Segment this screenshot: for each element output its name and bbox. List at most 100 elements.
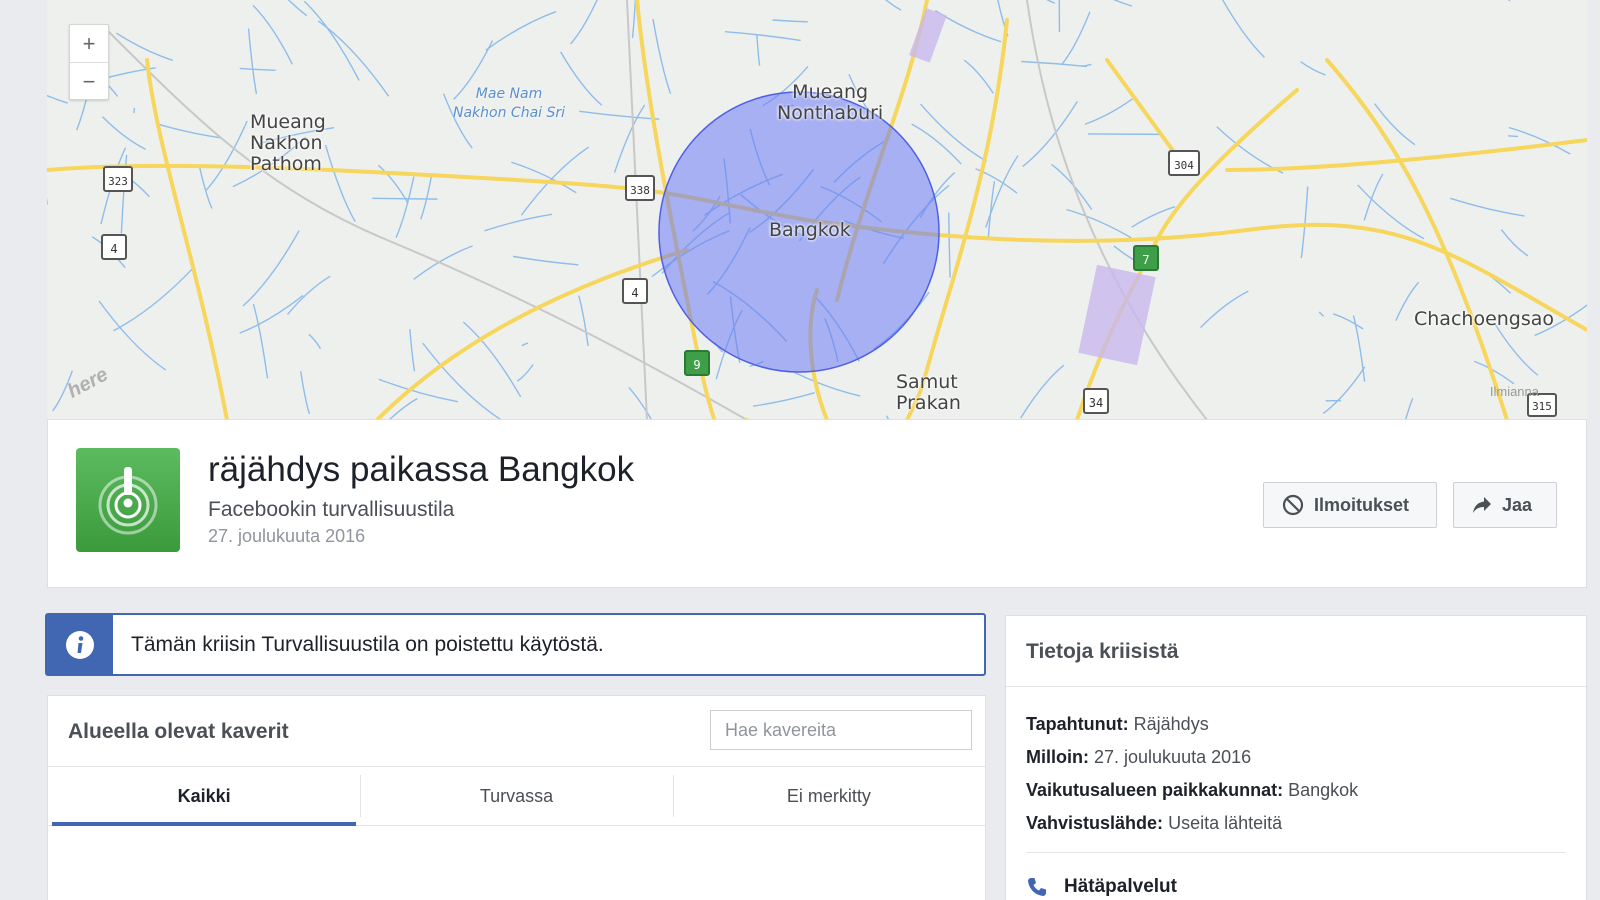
map-waterway [578,295,589,347]
zoom-out-button[interactable]: − [70,63,108,101]
map-waterway [948,212,951,278]
road-shield-34: 34 [1083,388,1109,414]
info-row-occurred: Tapahtunut: Räjähdys [1026,708,1358,741]
share-icon [1473,497,1491,513]
map-waterway [631,0,637,39]
map-waterway [239,67,276,72]
tab-not-marked[interactable]: Ei merkitty [672,767,985,825]
emergency-services-label: Hätäpalvelut [1064,876,1177,897]
divider [1006,686,1586,687]
map-waterway [485,10,557,51]
map-waterway [1300,61,1326,76]
map-label-chachoengsao: Chachoengsao [1414,308,1555,330]
map-waterway [303,0,360,81]
map-waterway [300,371,311,415]
map-waterway [1200,290,1249,329]
road-shield-4: 4 [101,234,127,260]
map-waterway [133,107,136,114]
info-row-key: Vaikutusalueen paikkakunnat: [1026,780,1284,800]
map-waterway [752,392,815,407]
info-row-key: Vahvistuslähde: [1026,813,1164,833]
info-row-when: Milloin: 27. joulukuuta 2016 [1026,741,1358,774]
tab-safe[interactable]: Turvassa [360,767,672,825]
info-icon [66,630,94,659]
info-row-affected-cities: Vaikutusalueen paikkakunnat: Bangkok [1026,774,1358,807]
road-shield-9: 9 [684,350,710,376]
map-canvas [47,0,1587,419]
map-label-nakhon-pathom: Mueang Nakhon Pathom [250,111,326,175]
map-waterway [1084,98,1133,125]
safety-check-icon [76,448,180,552]
tab-all[interactable]: Kaikki [48,767,360,826]
crisis-header-card: räjähdys paikassa Bangkok Facebookin tur… [47,420,1587,588]
map-waterway [1450,197,1525,217]
map-label-samut-prakan: Samut Prakan [896,371,961,414]
info-row-value: Useita lähteitä [1168,813,1283,833]
notifications-button[interactable]: Ilmoitukset [1263,482,1437,528]
friend-search-input[interactable] [710,710,972,750]
phone-icon [1028,878,1046,896]
map-attribution-link[interactable]: Ilmianna [1490,384,1539,399]
notifications-label: Ilmoitukset [1314,494,1410,515]
emergency-services-link[interactable]: Hätäpalvelut [1026,876,1177,898]
map-waterway [987,181,996,240]
zoom-in-button[interactable]: + [70,25,108,63]
info-row-key: Milloin: [1026,747,1089,767]
map-waterway [1021,60,1087,68]
map-water-label: Mae Nam Nakhon Chai Sri [453,86,566,121]
map-waterway [560,51,603,106]
info-row-value: Räjähdys [1133,714,1209,734]
map-waterway [1493,322,1539,376]
map-waterway [1300,186,1309,259]
map-waterway [512,255,579,266]
map-waterway [794,371,861,397]
map-waterway [772,19,808,23]
map-waterway [113,268,193,332]
map-waterway [885,0,902,11]
crisis-date: 27. joulukuuta 2016 [208,526,366,546]
map-waterway [409,329,416,372]
map-waterway [239,294,304,334]
map-waterway [1500,229,1529,257]
road-shield-304: 304 [1168,150,1200,176]
info-row-value: Bangkok [1288,780,1359,800]
road-shield-323: 323 [103,166,133,192]
divider [1026,852,1566,853]
share-button[interactable]: Jaa [1453,482,1557,528]
map-waterway [317,20,390,97]
map-waterway [308,333,322,350]
info-rows: Tapahtunut: Räjähdys Milloin: 27. jouluk… [1026,708,1358,840]
map-waterway [1113,0,1133,7]
map-waterway [286,275,331,316]
map-waterway [579,110,660,120]
map-waterway [1322,366,1366,415]
map-waterway [1333,313,1364,330]
crisis-map[interactable]: + − Mueang Nakhon Pathom Mueang Nonthabu… [47,0,1587,420]
map-waterway [252,4,293,65]
road-shield-4-south: 4 [622,278,648,304]
share-label: Jaa [1502,494,1533,515]
map-waterway [324,144,356,222]
info-row-value: 27. joulukuuta 2016 [1094,747,1252,767]
map-waterway [920,103,988,162]
map-waterway [98,300,167,371]
map-waterway [1405,397,1414,419]
map-waterway [47,94,68,104]
map-waterway [652,18,672,94]
map-waterway [1066,208,1132,239]
crisis-notice: Tämän kriisin Turvallisuustila on poiste… [45,613,986,676]
map-waterway [963,59,994,94]
block-icon [1282,494,1304,516]
map-waterway [521,342,529,347]
map-waterway [1374,103,1416,146]
map-waterway [628,386,652,419]
map-waterway [242,230,300,307]
map-zoom-control: + − [69,24,109,100]
map-waterway [1221,0,1265,58]
crisis-title: räjähdys paikassa Bangkok [208,450,635,489]
crisis-info-card: Tietoja kriisistä Tapahtunut: Räjähdys M… [1005,615,1587,900]
map-waterway [395,176,415,238]
map-waterway [372,197,438,200]
notice-text: Tämän kriisin Turvallisuustila on poiste… [131,632,604,656]
map-waterway [911,123,962,165]
